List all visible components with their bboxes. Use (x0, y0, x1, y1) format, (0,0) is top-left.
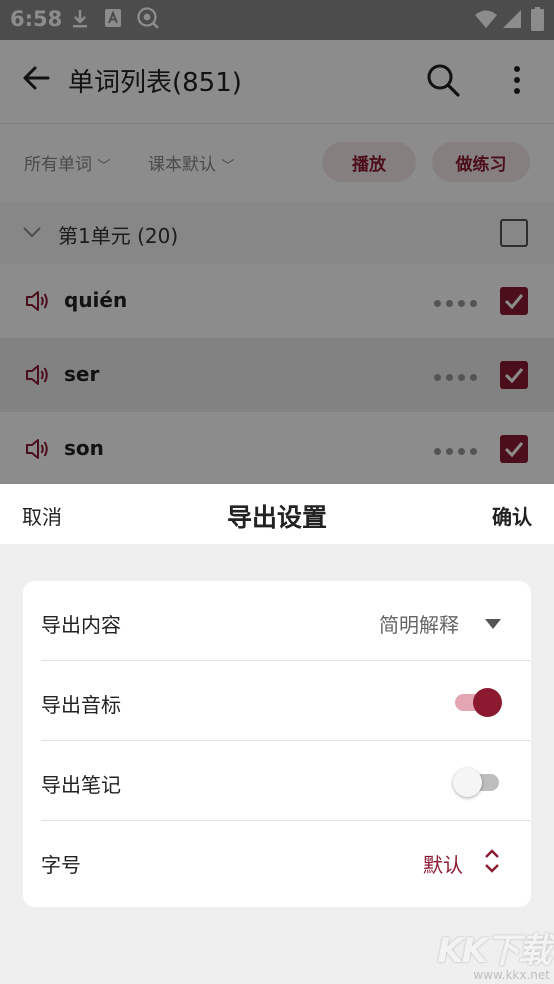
sheet-header: 取消 导出设置 确认 (0, 484, 554, 544)
export-content-row[interactable]: 导出内容 简明解释 (41, 581, 531, 661)
export-content-value[interactable]: 简明解释 (379, 609, 459, 638)
up-down-chevron-icon[interactable] (483, 846, 501, 876)
watermark: KK下载 www.kkx.net (437, 923, 552, 982)
export-notes-row: 导出笔记 (41, 741, 531, 821)
dropdown-arrow-icon[interactable] (485, 619, 501, 629)
font-size-row[interactable]: 字号 默认 (41, 821, 531, 901)
export-phonetic-label: 导出音标 (41, 693, 121, 717)
toggle-knob (453, 768, 482, 797)
modal-scrim[interactable] (0, 0, 554, 484)
toggle-knob (473, 688, 502, 717)
export-phonetic-row: 导出音标 (41, 661, 531, 741)
font-size-value[interactable]: 默认 (423, 849, 463, 878)
sheet-title: 导出设置 (226, 503, 327, 532)
export-content-label: 导出内容 (41, 613, 121, 637)
confirm-button[interactable]: 确认 (492, 501, 532, 530)
watermark-logo: KK下载 (437, 931, 552, 971)
export-notes-label: 导出笔记 (41, 773, 121, 797)
export-options-card: 导出内容 简明解释 导出音标 导出笔记 字号 默认 (23, 581, 531, 907)
export-notes-toggle[interactable] (453, 767, 503, 797)
font-size-label: 字号 (41, 853, 81, 877)
export-phonetic-toggle[interactable] (453, 687, 503, 717)
export-settings-sheet: 取消 导出设置 确认 导出内容 简明解释 导出音标 导出笔记 字号 默认 KK下… (0, 484, 554, 984)
